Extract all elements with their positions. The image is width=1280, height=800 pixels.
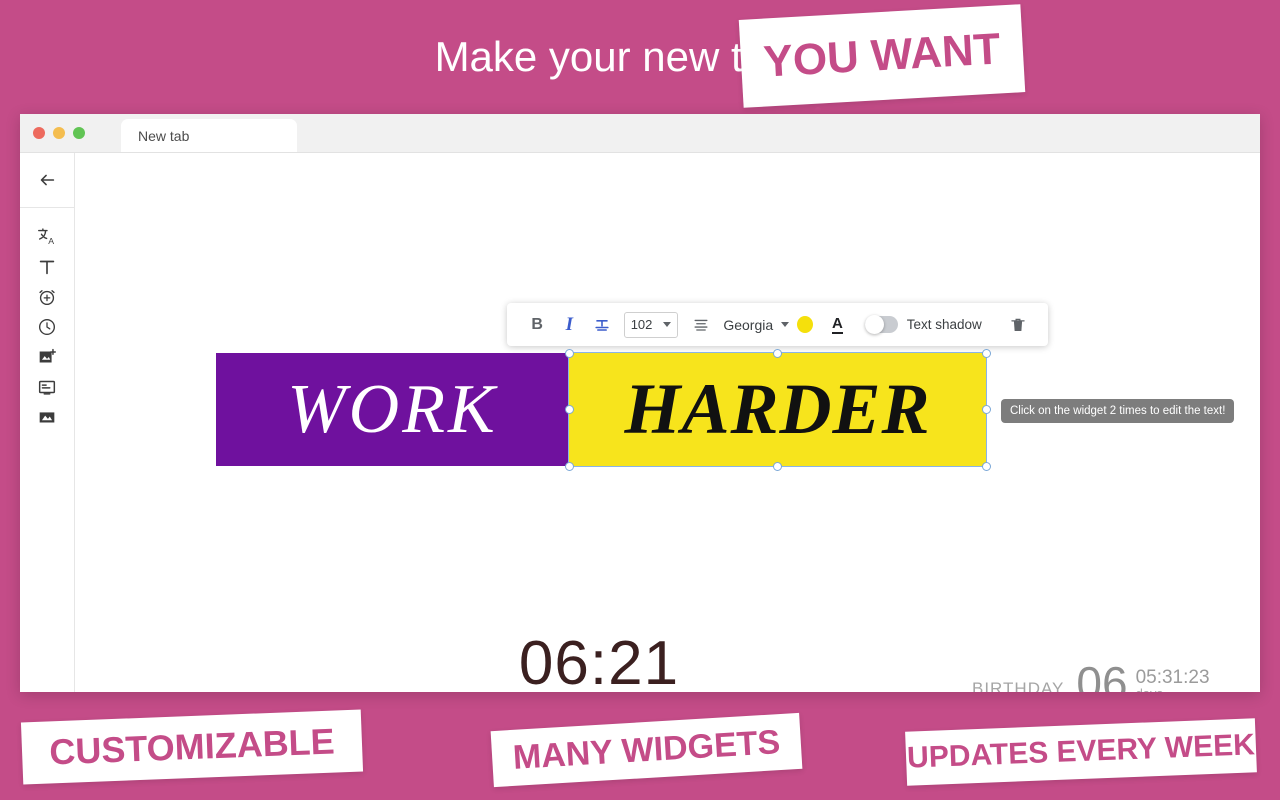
italic-button[interactable]: I — [553, 308, 585, 342]
align-button[interactable] — [685, 308, 717, 342]
widget-harder[interactable]: HARDER — [568, 352, 987, 467]
birthday-days-count: 06 — [1076, 657, 1128, 692]
sidebar-items: A — [20, 208, 74, 432]
sidebar-item-translate[interactable]: A — [20, 222, 74, 252]
strikethrough-button[interactable] — [585, 308, 617, 342]
bold-button[interactable]: B — [521, 308, 553, 342]
font-size-select[interactable]: 102 — [623, 311, 678, 338]
sidebar-back-button[interactable] — [20, 153, 74, 208]
resize-handle-top-center[interactable] — [773, 348, 782, 358]
resize-handle-bottom-right[interactable] — [981, 461, 991, 471]
svg-text:A: A — [48, 236, 54, 246]
sidebar-item-text[interactable] — [20, 252, 74, 282]
birthday-time-block: 05:31:23 days — [1136, 668, 1210, 692]
sidebar-item-timer[interactable] — [20, 282, 74, 312]
widget-work[interactable]: WORK — [216, 353, 569, 466]
notes-icon — [38, 380, 56, 395]
widget-work-text: WORK — [287, 370, 498, 448]
close-window-button[interactable] — [33, 127, 45, 139]
sidebar-item-notes[interactable] — [20, 372, 74, 402]
font-family-value[interactable]: Georgia — [723, 317, 773, 333]
clock-widget[interactable]: 06:21 — [499, 628, 699, 692]
sidebar: A — [20, 153, 75, 692]
birthday-time: 05:31:23 — [1135, 667, 1210, 688]
sidebar-item-add-image[interactable] — [20, 342, 74, 372]
window-controls — [33, 127, 85, 139]
toggle-knob — [865, 315, 885, 334]
alarm-add-icon — [39, 290, 55, 306]
browser-tab-label: New tab — [138, 127, 190, 144]
browser-content: A B I 102 Georgia A Text shadow WORK HAR… — [20, 153, 1260, 692]
birthday-label: BIRTHDAY — [972, 679, 1065, 692]
translate-icon: A — [38, 228, 54, 246]
promo-badge-many-widgets: MANY WIDGETS — [490, 712, 803, 788]
photo-icon — [39, 412, 55, 423]
promo-badge-updates: UPDATES EVERY WEEK — [905, 718, 1257, 786]
strikethrough-icon — [594, 319, 609, 331]
clock-icon — [38, 318, 56, 336]
resize-handle-top-left[interactable] — [564, 348, 574, 358]
font-family-chevron-down-icon[interactable] — [781, 322, 790, 327]
align-center-icon — [694, 319, 708, 331]
delete-widget-button[interactable] — [1002, 308, 1034, 342]
promo-headline: Make your new tab as — [0, 30, 1280, 81]
widget-edit-tooltip: Click on the widget 2 times to edit the … — [1001, 399, 1235, 423]
promo-badge-customizable: CUSTOMIZABLE — [20, 709, 364, 785]
font-size-value: 102 — [630, 317, 653, 332]
text-color-button[interactable]: A — [821, 308, 853, 342]
resize-handle-bottom-center[interactable] — [773, 461, 782, 471]
fill-color-swatch[interactable] — [797, 316, 814, 333]
browser-window: New tab A B I 102 Georgia A Text shadow … — [20, 114, 1260, 692]
browser-titlebar: New tab — [20, 114, 1260, 153]
trash-icon — [1011, 318, 1025, 331]
resize-handle-bottom-left[interactable] — [564, 461, 574, 471]
text-shadow-label: Text shadow — [906, 317, 982, 332]
sidebar-item-photo[interactable] — [20, 402, 74, 432]
arrow-left-icon — [40, 174, 55, 186]
text-shadow-toggle[interactable] — [865, 315, 898, 334]
birthday-widget[interactable]: BIRTHDAY 06 05:31:23 days — [972, 657, 1210, 692]
maximize-window-button[interactable] — [73, 127, 85, 139]
resize-handle-top-right[interactable] — [981, 348, 991, 358]
text-icon — [39, 260, 55, 275]
browser-tab-new-tab[interactable]: New tab — [121, 119, 297, 152]
text-format-toolbar: B I 102 Georgia A Text shadow — [507, 303, 1048, 346]
text-color-label: A — [831, 314, 843, 334]
birthday-unit: days — [1136, 687, 1210, 693]
sidebar-item-clock[interactable] — [20, 312, 74, 342]
chevron-down-icon — [662, 322, 671, 327]
resize-handle-middle-left[interactable] — [564, 405, 574, 414]
promo-badge-you-want: YOU WANT — [738, 4, 1026, 108]
add-image-icon — [39, 348, 56, 363]
minimize-window-button[interactable] — [53, 127, 65, 139]
resize-handle-middle-right[interactable] — [981, 405, 991, 414]
widget-harder-text: HARDER — [624, 369, 931, 449]
